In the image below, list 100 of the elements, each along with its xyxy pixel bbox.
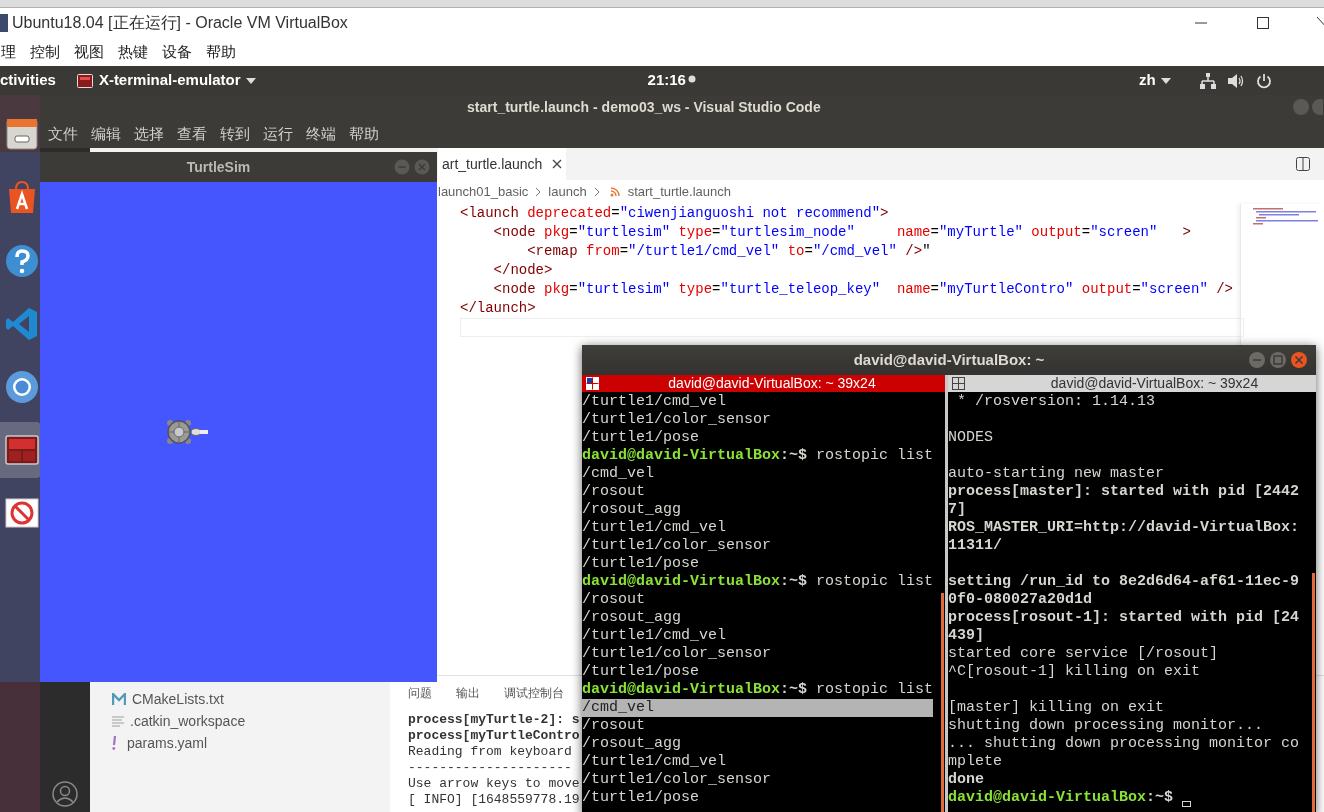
terminal-line: /rosout_agg — [582, 609, 683, 627]
menu-item[interactable]: 理 — [1, 40, 16, 64]
terminal-output-line: Use arrow keys to move — [408, 776, 580, 792]
terminal-line: /cmd_vel — [582, 465, 655, 483]
terminal-line: setting /run_id to 8e2d6d64-af61-11ec-9 — [948, 573, 1301, 591]
breadcrumb-item[interactable]: start_turtle.launch — [627, 182, 731, 202]
network-icon[interactable] — [1199, 72, 1216, 89]
close-icon[interactable] — [552, 159, 563, 169]
app-menu[interactable]: X-terminal-emulator — [98, 69, 241, 92]
grid-icon[interactable] — [586, 377, 599, 390]
notification-dot-icon — [687, 74, 696, 83]
volume-icon[interactable] — [1227, 73, 1244, 88]
prompt-path: :~$ — [1146, 789, 1174, 807]
split-editor-icon[interactable] — [1296, 157, 1310, 171]
terminal-output-line: Reading from keyboard — [408, 744, 572, 760]
code-line: <launch deprecated="ciwenjianguoshi not recommend"> — [460, 204, 890, 223]
editor-tab[interactable]: art_turtle.launch — [438, 148, 567, 180]
terminal-line: /turtle1/pose — [582, 789, 701, 807]
prompt-path: :~$ — [780, 681, 808, 699]
pane-header[interactable]: david@david-VirtualBox: ~ 39x24 — [948, 375, 1316, 392]
language-indicator[interactable]: zh — [1138, 69, 1156, 92]
caret-icon[interactable] — [245, 77, 256, 84]
code-editor-icon — [5, 307, 39, 341]
prompt-path: :~$ — [780, 447, 808, 465]
terminal-line: NODES — [948, 429, 994, 447]
code-line: <node pkg="turtlesim" type="turtle_teleop_key" name="myTurtleContro" output="screen" /> — [492, 280, 1235, 299]
caret-icon[interactable] — [1160, 77, 1171, 84]
menu-item[interactable]: 帮助 — [349, 122, 379, 146]
filing-cabinet-icon — [5, 119, 39, 151]
terminal-line: /turtle1/color_sensor — [582, 771, 773, 789]
menu-item[interactable]: 选择 — [134, 122, 164, 146]
panel-tab[interactable]: 调试控制台 — [504, 684, 564, 702]
terminal-line: shutting down processing monitor... — [948, 717, 1265, 735]
code-line: <node pkg="turtlesim" type="turtlesim_node" name="myTurtle" output="screen" > — [492, 223, 1192, 242]
rss-icon — [609, 187, 620, 197]
scrollbar[interactable] — [941, 593, 944, 812]
menu-item[interactable]: 帮助 — [206, 40, 236, 64]
menu-item[interactable]: 转到 — [220, 122, 250, 146]
panel-tab[interactable]: 问题 — [408, 684, 432, 702]
terminal-line: /rosout_agg — [582, 735, 683, 753]
terminal-line: process[rosout-1]: started with pid [24 — [948, 609, 1301, 627]
terminal-line: /rosout — [582, 483, 646, 501]
terminal-icon — [5, 435, 39, 465]
file-item[interactable]: params.yaml — [90, 732, 390, 754]
terminal-line: /turtle1/cmd_vel — [582, 519, 728, 537]
clock[interactable]: 21:16 — [647, 69, 686, 92]
breadcrumb-item[interactable]: launch — [548, 182, 587, 202]
window-controls-icon[interactable] — [1248, 351, 1308, 369]
terminal-line: 11311/ — [948, 537, 1003, 555]
pane-title: david@david-VirtualBox: ~ 39x24 — [1049, 374, 1260, 393]
window-title: Ubuntu18.04 [正在运行] - Oracle VM VirtualBox — [12, 13, 348, 33]
terminal-line: started core service [/rosout] — [948, 645, 1220, 663]
menu-item[interactable]: 视图 — [74, 40, 104, 64]
menu-item[interactable]: 终端 — [306, 122, 336, 146]
menu-item[interactable]: 设备 — [162, 40, 192, 64]
power-icon[interactable] — [1255, 72, 1272, 89]
terminal-line: /turtle1/pose — [582, 663, 701, 681]
terminal-line: 0f0-080027a20d1d — [948, 591, 1094, 609]
breadcrumb-item[interactable]: launch01_basic — [438, 182, 529, 202]
scrollbar[interactable] — [1312, 573, 1315, 812]
terminal-line: /turtle1/cmd_vel — [582, 393, 728, 411]
terminal-line: /rosout — [582, 717, 646, 735]
menu-item[interactable]: 文件 — [48, 122, 78, 146]
terminal-output-line: [ INFO] [1648559778.19 — [408, 792, 580, 808]
account-icon[interactable] — [52, 781, 78, 807]
prohibited-icon — [5, 498, 39, 528]
pane-title: david@david-VirtualBox: ~ 39x24 — [667, 374, 877, 393]
chevron-icon — [535, 187, 542, 197]
terminal-line: ^C[rosout-1] killing on exit — [948, 663, 1202, 681]
activities-button[interactable]: ctivities — [0, 69, 56, 92]
terminal-line: [master] killing on exit — [948, 699, 1166, 717]
menu-item[interactable]: 控制 — [30, 40, 60, 64]
prompt-user: david@david-VirtualBox — [582, 681, 781, 699]
prompt-user: david@david-VirtualBox — [582, 447, 781, 465]
terminal-line: ROS_MASTER_URI=http://david-VirtualBox: — [948, 519, 1301, 537]
file-item[interactable]: .catkin_workspace — [90, 710, 390, 732]
menu-item[interactable]: 编辑 — [91, 122, 121, 146]
prompt-user: david@david-VirtualBox — [948, 789, 1147, 807]
terminal-line: 439] — [948, 627, 985, 645]
menu-item[interactable]: 热键 — [118, 40, 148, 64]
window-title: TurtleSim — [186, 157, 251, 177]
terminal-line: ... shutting down processing monitor co — [948, 735, 1301, 753]
pane-header[interactable]: david@david-VirtualBox: ~ 39x24 — [582, 375, 945, 392]
maximize-icon[interactable] — [1256, 16, 1270, 30]
code-line: <remap from="/turtle1/cmd_vel" to="/cmd_vel" />" — [526, 242, 932, 261]
file-item[interactable]: CMakeLists.txt — [90, 688, 390, 710]
terminal-line: /turtle1/pose — [582, 555, 701, 573]
command-text: rostopic list — [816, 447, 934, 465]
panel-tab[interactable]: 输出 — [456, 684, 480, 702]
window-title: start_turtle.launch - demo03_ws - Visual Studio Code — [467, 98, 821, 117]
terminal-line: process[master]: started with pid [2442 — [948, 483, 1301, 501]
menu-item[interactable]: 运行 — [263, 122, 293, 146]
terminal-line: /turtle1/color_sensor — [582, 645, 773, 663]
window-title: david@david-VirtualBox: ~ — [853, 349, 1045, 370]
prompt-path: :~$ — [780, 573, 808, 591]
terminal-line: /rosout — [582, 591, 646, 609]
menu-item[interactable]: 查看 — [177, 122, 207, 146]
dock-item[interactable] — [0, 422, 40, 478]
grid-icon[interactable] — [952, 377, 965, 390]
terminal-output-line: process[myTurtleContro — [408, 728, 580, 744]
